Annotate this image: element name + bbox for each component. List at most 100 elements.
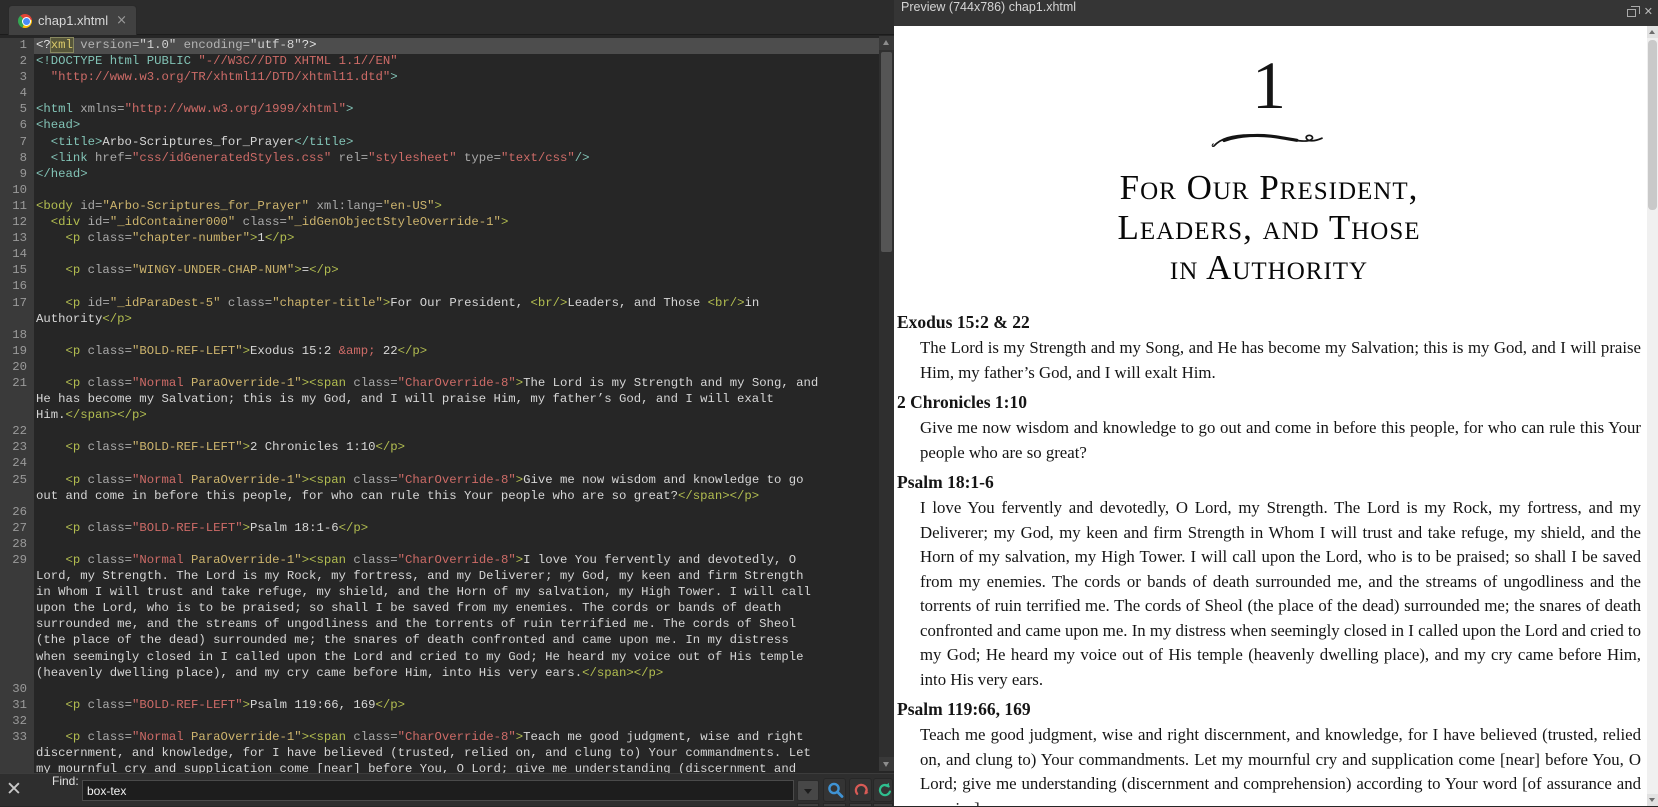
code-line: 22: [0, 424, 894, 441]
code-line: 12 <div id="_idContainer000" class="_idG…: [0, 215, 894, 232]
chapter-title-line: in Authority: [1169, 248, 1369, 287]
scripture-reference: Exodus 15:2 & 22: [897, 312, 1030, 332]
preview-close-icon[interactable]: ✕: [1644, 5, 1653, 18]
code-text: surrounded me, and the streams of ungodl…: [36, 617, 797, 632]
tab-close-icon[interactable]: ×: [116, 13, 127, 28]
find-close-icon[interactable]: ✕: [6, 778, 22, 800]
line-number: 17: [0, 295, 34, 312]
code-line: 15 <p class="WINGY-UNDER-CHAP-NUM">=</p>: [0, 263, 894, 280]
code-text: <p id="_idParaDest-5" class="chapter-tit…: [65, 295, 760, 310]
scripture-section: Exodus 15:2 & 22 The Lord is my Strength …: [897, 310, 1641, 385]
scripture-text: I love You fervently and devotedly, O Lo…: [920, 498, 1641, 689]
code-line: in Whom I will trust and take refuge, my…: [0, 585, 894, 602]
code-line: Him.</span></p>: [0, 408, 894, 425]
code-text: He has become my Salvation; this is my G…: [36, 392, 774, 407]
code-line: 17 <p id="_idParaDest-5" class="chapter-…: [0, 295, 894, 312]
editor-scrollbar-thumb[interactable]: [881, 52, 892, 252]
code-line: 13 <p class="chapter-number">1</p>: [0, 231, 894, 248]
code-line: 25 <p class="Normal ParaOverride-1"><spa…: [0, 472, 894, 489]
code-line: 2 <!DOCTYPE html PUBLIC "-//W3C//DTD XHTM…: [0, 54, 894, 71]
code-line: when seemingly closed in I called upon t…: [0, 649, 894, 666]
code-line: 19 <p class="BOLD-REF-LEFT">Exodus 15:2 …: [0, 343, 894, 360]
code-text: upon the Lord, who is to be praised; so …: [36, 601, 782, 616]
line-number: 5: [0, 102, 34, 119]
code-line: 20: [0, 359, 894, 376]
line-number: 12: [0, 215, 34, 232]
code-text: <?xml version="1.0" encoding="utf-8"?>: [34, 37, 894, 55]
code-line: 6 <head>: [0, 118, 894, 135]
float-window-icon[interactable]: [1627, 6, 1640, 17]
line-number: 2: [0, 54, 34, 71]
code-line: 27 <p class="BOLD-REF-LEFT">Psalm 18:1-6…: [0, 520, 894, 537]
find-input[interactable]: [82, 780, 794, 801]
line-number: 14: [0, 247, 34, 264]
code-editor[interactable]: 1 <?xml version="1.0" encoding="utf-8"?> 2…: [0, 35, 894, 806]
code-line: 16: [0, 279, 894, 296]
line-number: 26: [0, 504, 34, 521]
find-search-button[interactable]: [823, 778, 846, 802]
line-number: 33: [0, 730, 34, 747]
line-number: 24: [0, 456, 34, 473]
line-number: 28: [0, 536, 34, 553]
line-number: [0, 649, 34, 666]
preview-pane: Preview (744x786) chap1.xhtml ✕ 1 For Ou…: [894, 0, 1658, 806]
preview-scrollbar-thumb[interactable]: [1648, 40, 1657, 210]
replace-all-button[interactable]: [873, 778, 893, 802]
tab-chap1[interactable]: chap1.xhtml ×: [8, 5, 137, 35]
replace-button[interactable]: [849, 778, 872, 802]
code-text: <p class="BOLD-REF-LEFT">Exodus 15:2 &am…: [65, 343, 428, 358]
line-number: [0, 746, 34, 763]
line-number: 22: [0, 424, 34, 441]
code-text: <div id="_idContainer000" class="_idGenO…: [50, 215, 509, 230]
tab-bar: chap1.xhtml ×: [0, 0, 894, 35]
line-number: 20: [0, 359, 34, 376]
line-number: [0, 569, 34, 586]
code-text: <p class="Normal ParaOverride-1"><span c…: [65, 553, 797, 567]
code-text: discernment, and knowledge, for I have b…: [36, 746, 811, 761]
line-number: 27: [0, 520, 34, 537]
preview-title: Preview (744x786) chap1.xhtml: [901, 0, 1077, 14]
scripture-section: Psalm 119:66, 169 Teach me good judgment,…: [897, 697, 1641, 806]
line-number: 11: [0, 198, 34, 216]
code-text: <p class="BOLD-REF-LEFT">Psalm 119:66, 1…: [65, 697, 406, 712]
line-number: 31: [0, 697, 34, 714]
line-number: 9: [0, 166, 34, 183]
line-number: 15: [0, 263, 34, 280]
line-number: [0, 665, 34, 682]
scripture-section: Psalm 18:1-6 I love You fervently and dev…: [897, 470, 1641, 692]
code-text: <p class="Normal ParaOverride-1"><span c…: [65, 472, 804, 487]
code-line: 9 </head>: [0, 166, 894, 183]
triangle-up-icon: [883, 40, 889, 45]
find-label: Find:: [52, 774, 79, 788]
find-history-dropdown[interactable]: [797, 780, 819, 801]
preview-scrollbar[interactable]: [1647, 26, 1658, 806]
swash-flourish-icon: [1211, 133, 1323, 147]
code-text: <!DOCTYPE html PUBLIC "-//W3C//DTD XHTML…: [36, 54, 398, 69]
code-line: 29 <p class="Normal ParaOverride-1"><spa…: [0, 553, 894, 570]
search-magnifier-icon: [828, 782, 844, 798]
scroll-down-icon[interactable]: [879, 757, 894, 771]
code-line: 31 <p class="BOLD-REF-LEFT">Psalm 119:66…: [0, 697, 894, 714]
code-line: Authority</p>: [0, 311, 894, 328]
preview-scroll-up-icon[interactable]: [1647, 26, 1658, 38]
editor-scrollbar[interactable]: [879, 36, 894, 771]
code-line: 21 <p class="Normal ParaOverride-1"><spa…: [0, 375, 894, 393]
scripture-sections: Exodus 15:2 & 22 The Lord is my Strength …: [897, 310, 1641, 806]
code-line: 14: [0, 247, 894, 264]
line-number: 6: [0, 118, 34, 135]
code-line: 10: [0, 182, 894, 199]
preview-scroll-down-icon[interactable]: [1647, 794, 1658, 806]
code-text: (the place of the dead) surrounded me; t…: [36, 633, 789, 648]
code-text: <body id="Arbo-Scriptures_for_Prayer" xm…: [36, 198, 442, 213]
code-line: 1 <?xml version="1.0" encoding="utf-8"?>: [0, 37, 894, 55]
code-text: <title>Arbo-Scriptures_for_Prayer</title…: [50, 134, 354, 149]
scripture-text: Teach me good judgment, wise and right d…: [920, 725, 1641, 806]
triangle-down-icon: [883, 762, 889, 767]
scroll-up-icon[interactable]: [879, 36, 894, 50]
line-number: [0, 585, 34, 602]
line-number: 21: [0, 375, 34, 393]
